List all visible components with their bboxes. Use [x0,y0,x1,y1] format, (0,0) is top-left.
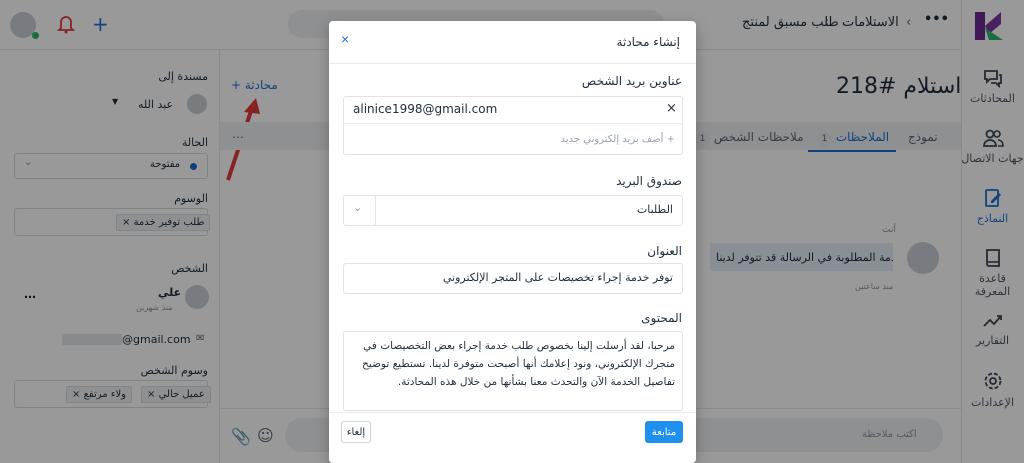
close-icon[interactable]: × [341,31,349,47]
emails-label: عناوين بريد الشخص [581,74,682,88]
remove-email-icon[interactable]: × [666,101,677,116]
create-conversation-modal: إنشاء محادثة × عناوين بريد الشخص alinice… [329,21,696,463]
subject-value: توفر خدمة إجراء تخصيصات على المتجر الإلك… [442,271,673,284]
content-label: المحتوى [641,311,682,325]
mailbox-value: الطلبات [636,203,673,216]
subject-label: العنوان [647,244,682,258]
cancel-button[interactable]: إلغاء [341,421,371,443]
mailbox-label: صندوق البريد [616,174,682,188]
email-value: alinice1998@gmail.com [353,102,498,116]
modal-footer [329,412,696,463]
select-divider [375,195,376,226]
chevron-down-icon[interactable]: ⌄ [353,201,362,214]
add-email-input[interactable]: أضف بريد إلكتروني جديد + [449,134,675,145]
content-value: مرحبا، لقد أرسلت إلينا بخصوص طلب خدمة إج… [362,340,675,388]
modal-title: إنشاء محادثة [616,35,680,49]
continue-button[interactable]: متابعة [645,421,683,443]
